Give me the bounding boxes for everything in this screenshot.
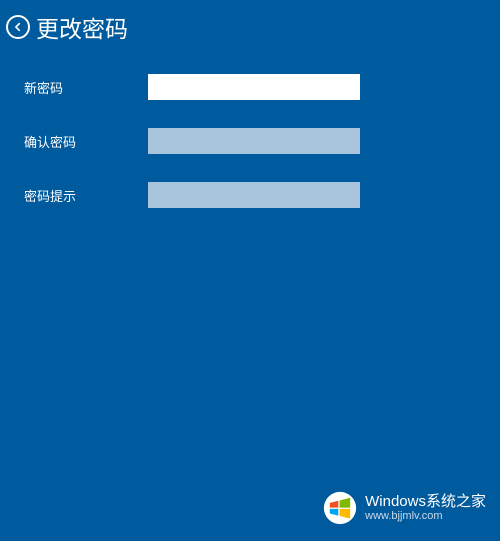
password-hint-row: 密码提示 bbox=[24, 182, 476, 208]
watermark-text: Windows系统之家 www.bjjmlv.com bbox=[365, 493, 486, 523]
confirm-password-input[interactable] bbox=[148, 128, 360, 154]
back-button[interactable] bbox=[6, 15, 30, 39]
back-arrow-icon bbox=[13, 22, 23, 32]
header: 更改密码 bbox=[0, 0, 500, 54]
watermark-url: www.bjjmlv.com bbox=[365, 510, 486, 523]
new-password-input[interactable] bbox=[148, 74, 360, 100]
change-password-form: 新密码 确认密码 密码提示 bbox=[0, 54, 500, 256]
confirm-password-label: 确认密码 bbox=[24, 132, 148, 151]
password-hint-input[interactable] bbox=[148, 182, 360, 208]
confirm-password-row: 确认密码 bbox=[24, 128, 476, 154]
page-title: 更改密码 bbox=[36, 10, 128, 44]
watermark-brand-cn: 系统之家 bbox=[426, 493, 486, 510]
new-password-row: 新密码 bbox=[24, 74, 476, 100]
watermark: Windows系统之家 www.bjjmlv.com bbox=[323, 491, 486, 525]
new-password-label: 新密码 bbox=[24, 78, 148, 97]
watermark-brand-en: Windows bbox=[365, 493, 426, 510]
password-hint-label: 密码提示 bbox=[24, 186, 148, 205]
windows-logo-icon bbox=[323, 491, 357, 525]
watermark-brand: Windows系统之家 bbox=[365, 493, 486, 510]
